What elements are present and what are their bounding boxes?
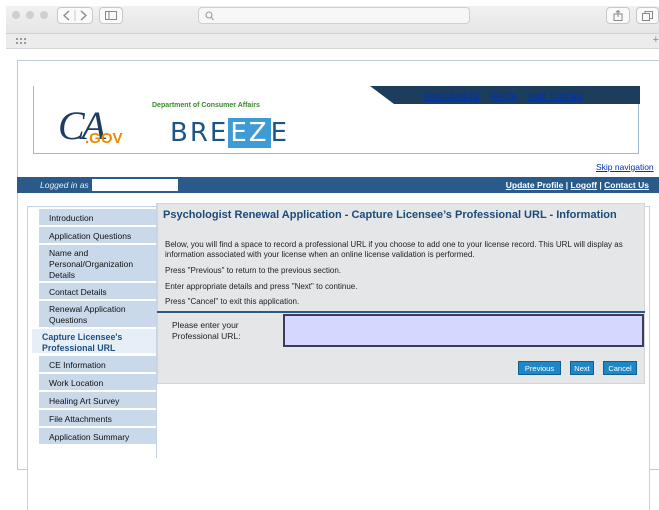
sidebar-item-application-summary[interactable]: Application Summary (39, 428, 156, 446)
faqs-link[interactable]: FAQ's (492, 91, 516, 101)
minimize-window-icon[interactable] (26, 11, 34, 19)
sidebar-item-professional-url[interactable]: Capture Licensee's Professional URL (32, 329, 156, 356)
header-nav: About BreEZe FAQ's Help Tutorials (423, 91, 583, 101)
new-tab-icon[interactable]: + (653, 34, 659, 46)
main-panel (157, 203, 645, 384)
sidebar-nav: Introduction Application Questions Name … (32, 209, 156, 446)
sidebar-toggle-icon (105, 11, 117, 20)
sidebar-item-application-questions[interactable]: Application Questions (39, 227, 156, 245)
close-window-icon[interactable] (12, 11, 20, 19)
link-separator: | (599, 180, 602, 190)
address-bar[interactable] (198, 7, 470, 24)
zoom-window-icon[interactable] (40, 11, 48, 19)
instruction-text: Below, you will find a space to record a… (165, 240, 623, 259)
tabs-icon (642, 10, 653, 21)
sidebar-item-ce-information[interactable]: CE Information (39, 356, 156, 374)
sidebar-item-healing-art-survey[interactable]: Healing Art Survey (39, 392, 156, 410)
professional-url-label: Please enter your Professional URL: (172, 320, 241, 342)
breeze-logo: BREEZE (170, 118, 289, 148)
breeze-logo-part: E (270, 118, 290, 148)
about-breeze-link[interactable]: About BreEZe (423, 91, 480, 101)
link-separator: | (565, 180, 569, 190)
update-profile-link[interactable]: Update Profile (506, 180, 564, 190)
sidebar-item-introduction[interactable]: Introduction (39, 209, 156, 227)
breeze-logo-ez: EZ (228, 118, 271, 148)
instruction-text: Press "Previous" to return to the previo… (165, 266, 341, 275)
back-forward-icon (63, 10, 87, 21)
logoff-link[interactable]: Logoff (571, 180, 597, 190)
next-button[interactable]: Next (570, 361, 594, 375)
url-label-line: Professional URL: (172, 331, 241, 341)
search-icon (205, 11, 214, 21)
sidebar-item-name-details[interactable]: Name and Personal/Organization Details (39, 245, 156, 283)
share-icon (613, 10, 623, 21)
department-name: Department of Consumer Affairs (152, 102, 260, 109)
contact-us-link[interactable]: Contact Us (604, 180, 649, 190)
instruction-text: Press "Cancel" to exit this application. (165, 297, 300, 306)
sidebar-item-file-attachments[interactable]: File Attachments (39, 410, 156, 428)
logged-in-label: Logged in as (40, 180, 89, 190)
ca-gov-logo-suffix: .GOV (85, 130, 123, 147)
sidebar-toggle-button[interactable] (99, 7, 123, 24)
sidebar-item-renewal-questions[interactable]: Renewal Application Questions (39, 301, 156, 329)
url-label-line: Please enter your (172, 320, 239, 330)
sidebar-item-work-location[interactable]: Work Location (39, 374, 156, 392)
help-tutorials-link[interactable]: Help Tutorials (528, 91, 583, 101)
sidebar-item-contact-details[interactable]: Contact Details (39, 283, 156, 301)
account-links: Update Profile | Logoff | Contact Us (506, 180, 649, 190)
grid-icon[interactable] (16, 38, 26, 44)
share-button[interactable] (606, 7, 630, 24)
cancel-button[interactable]: Cancel (603, 361, 637, 375)
logged-in-user-field (92, 179, 178, 191)
tabs-button[interactable] (636, 7, 659, 24)
breeze-logo-part: BRE (170, 118, 229, 148)
instruction-text: Enter appropriate details and press "Nex… (165, 282, 358, 291)
section-divider (157, 311, 645, 313)
page-title: Psychologist Renewal Application - Captu… (163, 209, 617, 221)
professional-url-input[interactable] (283, 314, 644, 347)
back-forward-buttons[interactable] (57, 7, 93, 24)
previous-button[interactable]: Previous (518, 361, 561, 375)
favorites-bar: + (6, 34, 659, 49)
skip-navigation-link[interactable]: Skip navigation (596, 162, 654, 172)
